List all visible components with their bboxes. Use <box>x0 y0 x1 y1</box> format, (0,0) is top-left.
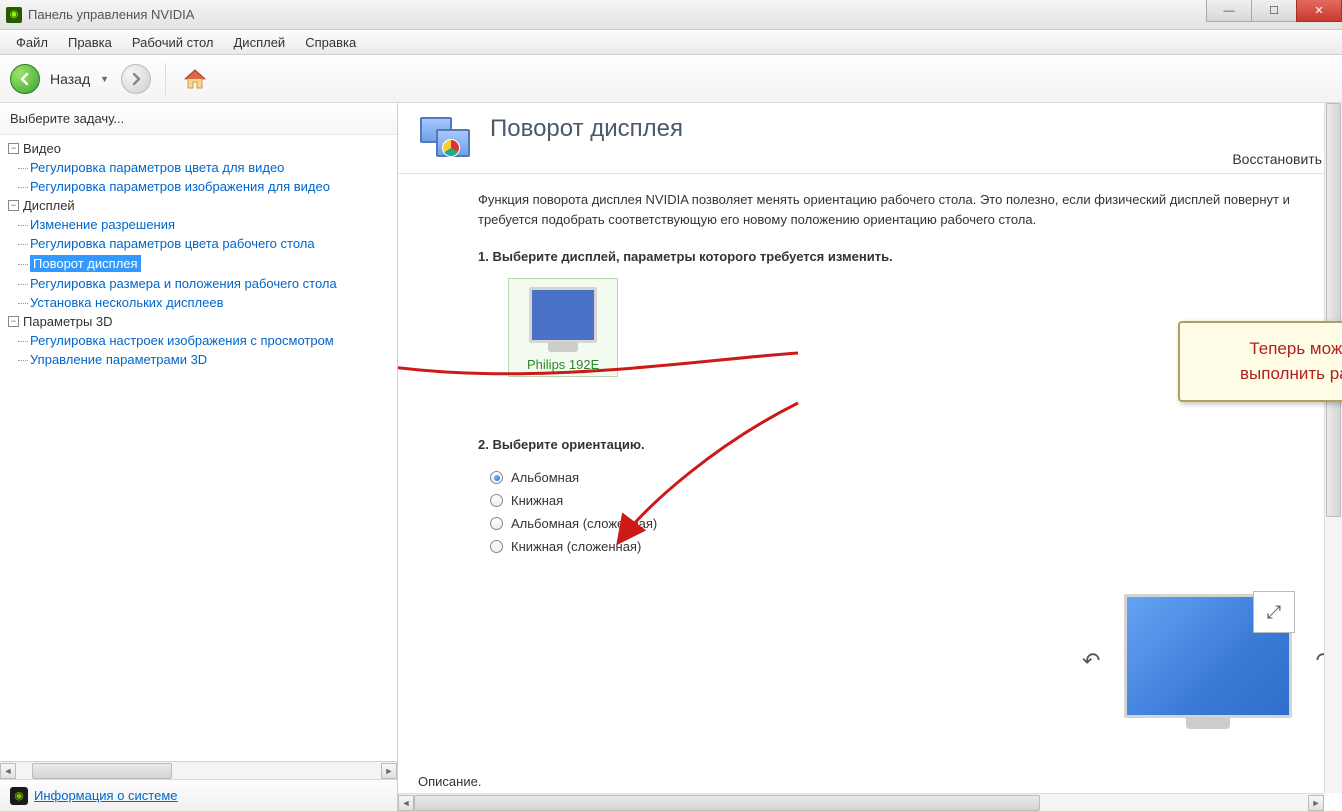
tree-item-desktop-color[interactable]: Регулировка параметров цвета рабочего ст… <box>6 234 391 253</box>
back-button[interactable] <box>10 64 40 94</box>
menubar: Файл Правка Рабочий стол Дисплей Справка <box>0 30 1342 55</box>
sidebar-h-scrollbar[interactable]: ◄ ► <box>0 761 397 779</box>
orientation-portrait[interactable]: Книжная <box>490 489 1318 512</box>
menu-desktop[interactable]: Рабочий стол <box>124 32 222 53</box>
display-tile[interactable]: Philips 192E <box>508 278 618 377</box>
scroll-thumb[interactable] <box>1326 103 1341 517</box>
window-title: Панель управления NVIDIA <box>28 7 194 22</box>
annotation-callout: Теперь можете с легкостью выполнить разв… <box>1178 321 1342 402</box>
tree-item-size-position[interactable]: Регулировка размера и положения рабочего… <box>6 274 391 293</box>
forward-button[interactable] <box>121 64 151 94</box>
preview-screen-icon: ⤢ <box>1124 594 1292 718</box>
menu-edit[interactable]: Правка <box>60 32 120 53</box>
sidebar-footer: ◉ Информация о системе <box>0 779 397 811</box>
orientation-landscape[interactable]: Альбомная <box>490 466 1318 489</box>
main-h-scrollbar[interactable]: ◄ ► <box>398 793 1324 811</box>
tree-item-multi-display[interactable]: Установка нескольких дисплеев <box>6 293 391 312</box>
radio-icon <box>490 517 503 530</box>
sidebar: Выберите задачу... − Видео Регулировка п… <box>0 103 398 811</box>
minimize-button[interactable]: — <box>1206 0 1252 22</box>
section1-title: 1. Выберите дисплей, параметры которого … <box>478 249 1318 264</box>
scroll-left-icon[interactable]: ◄ <box>398 795 414 811</box>
feature-description: Функция поворота дисплея NVIDIA позволяе… <box>478 190 1318 229</box>
rotate-display-icon <box>414 115 476 167</box>
menu-help[interactable]: Справка <box>297 32 364 53</box>
collapse-icon[interactable]: − <box>8 200 19 211</box>
back-label: Назад <box>46 71 94 87</box>
orientation-landscape-flipped[interactable]: Альбомная (сложенная) <box>490 512 1318 535</box>
tree-group-display[interactable]: − Дисплей <box>6 196 391 215</box>
scroll-right-icon[interactable]: ► <box>381 763 397 779</box>
tree-group-video[interactable]: − Видео <box>6 139 391 158</box>
radio-icon <box>490 471 503 484</box>
tree-item-3d-image[interactable]: Регулировка настроек изображения с просм… <box>6 331 391 350</box>
nvidia-app-icon: ◉ <box>6 7 22 23</box>
back-history-caret[interactable]: ▼ <box>100 74 109 84</box>
titlebar: ◉ Панель управления NVIDIA — ☐ ✕ <box>0 0 1342 30</box>
main-header: Поворот дисплея Восстановить <box>398 103 1342 174</box>
tree-item-resolution[interactable]: Изменение разрешения <box>6 215 391 234</box>
maximize-button[interactable]: ☐ <box>1251 0 1297 22</box>
tree-item-rotate-display[interactable]: Поворот дисплея <box>6 253 391 274</box>
rotate-overlay-icon: ⤢ <box>1253 591 1295 633</box>
main-body: Функция поворота дисплея NVIDIA позволяе… <box>398 174 1342 811</box>
rotate-ccw-icon[interactable]: ↶ <box>1082 648 1100 674</box>
section2-title: 2. Выберите ориентацию. <box>478 437 1318 452</box>
main-pane: Поворот дисплея Восстановить Функция пов… <box>398 103 1342 811</box>
display-name: Philips 192E <box>527 357 599 372</box>
orientation-preview: ↶ ⤢ ↷ <box>1108 594 1308 718</box>
orientation-group: Альбомная Книжная Альбомная (сложенная) … <box>490 466 1318 558</box>
tree-item-video-color[interactable]: Регулировка параметров цвета для видео <box>6 158 391 177</box>
nvidia-eye-icon: ◉ <box>10 787 28 805</box>
radio-icon <box>490 494 503 507</box>
collapse-icon[interactable]: − <box>8 316 19 327</box>
tree-group-3d[interactable]: − Параметры 3D <box>6 312 391 331</box>
scroll-thumb[interactable] <box>32 763 172 779</box>
main-v-scrollbar[interactable] <box>1324 103 1342 793</box>
scroll-left-icon[interactable]: ◄ <box>0 763 16 779</box>
scroll-thumb[interactable] <box>414 795 1040 811</box>
radio-icon <box>490 540 503 553</box>
system-info-link[interactable]: Информация о системе <box>34 788 178 803</box>
collapse-icon[interactable]: − <box>8 143 19 154</box>
home-button[interactable] <box>180 65 210 93</box>
menu-file[interactable]: Файл <box>8 32 56 53</box>
orientation-portrait-flipped[interactable]: Книжная (сложенная) <box>490 535 1318 558</box>
sidebar-header: Выберите задачу... <box>0 103 397 135</box>
window-controls: — ☐ ✕ <box>1207 0 1342 22</box>
monitor-icon <box>529 287 597 343</box>
page-title: Поворот дисплея <box>490 115 683 143</box>
toolbar: Назад ▼ <box>0 55 1342 103</box>
close-button[interactable]: ✕ <box>1296 0 1342 22</box>
toolbar-separator <box>165 63 166 95</box>
description-label: Описание. <box>418 774 481 789</box>
tree-item-video-image[interactable]: Регулировка параметров изображения для в… <box>6 177 391 196</box>
task-tree[interactable]: − Видео Регулировка параметров цвета для… <box>0 135 397 761</box>
tree-item-3d-manage[interactable]: Управление параметрами 3D <box>6 350 391 369</box>
scroll-right-icon[interactable]: ► <box>1308 795 1324 811</box>
menu-display[interactable]: Дисплей <box>226 32 294 53</box>
restore-link[interactable]: Восстановить <box>1232 151 1322 167</box>
